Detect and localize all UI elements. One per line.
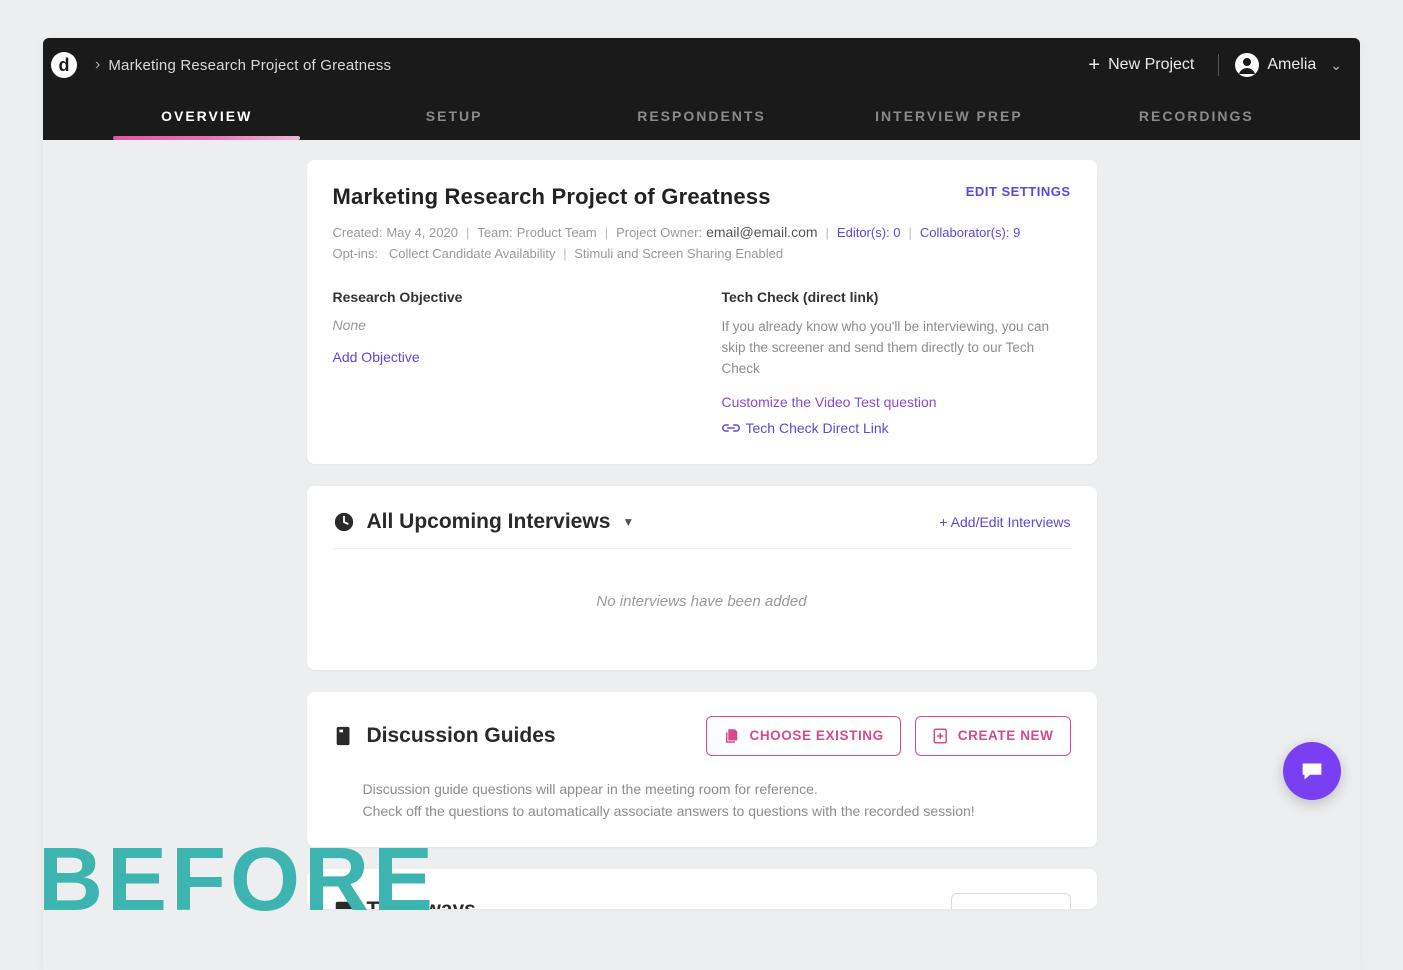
- content-area: Marketing Research Project of Greatness …: [43, 140, 1360, 909]
- chevron-down-icon: ⌄: [1330, 57, 1342, 74]
- chat-launcher[interactable]: [1283, 742, 1341, 800]
- tech-check-direct-link-label: Tech Check Direct Link: [746, 420, 889, 436]
- copy-document-icon: [723, 727, 741, 745]
- tab-setup[interactable]: SETUP: [330, 92, 577, 140]
- add-document-icon: [932, 727, 950, 745]
- upcoming-interviews-card: All Upcoming Interviews ▼ + Add/Edit Int…: [307, 486, 1097, 670]
- interviews-title: All Upcoming Interviews: [367, 510, 611, 534]
- optin-1: Collect Candidate Availability: [389, 246, 556, 261]
- optin-2: Stimuli and Screen Sharing Enabled: [574, 246, 783, 261]
- team-value: Product Team: [517, 225, 597, 240]
- user-menu[interactable]: Amelia ⌄: [1235, 53, 1342, 77]
- created-label: Created:: [333, 225, 383, 240]
- discussion-guides-title: Discussion Guides: [367, 724, 556, 748]
- add-edit-interviews-link[interactable]: + Add/Edit Interviews: [939, 514, 1070, 530]
- owner-label: Project Owner:: [616, 225, 702, 240]
- tech-check-heading: Tech Check (direct link): [722, 289, 1071, 305]
- editors-link[interactable]: Editor(s): 0: [837, 225, 901, 240]
- dg-desc-line2: Check off the questions to automatically…: [363, 800, 1071, 822]
- owner-value: email@email.com: [706, 224, 817, 240]
- project-title: Marketing Research Project of Greatness: [333, 184, 771, 210]
- add-objective-link[interactable]: Add Objective: [333, 349, 420, 365]
- research-objective-value: None: [333, 317, 682, 333]
- create-new-button[interactable]: CREATE NEW: [915, 716, 1071, 756]
- collaborators-link[interactable]: Collaborator(s): 9: [920, 225, 1020, 240]
- link-icon: [722, 421, 740, 435]
- tab-overview[interactable]: OVERVIEW: [83, 92, 330, 140]
- plus-icon: +: [1088, 54, 1100, 77]
- created-value: May 4, 2020: [386, 225, 458, 240]
- customize-video-test-link[interactable]: Customize the Video Test question: [722, 394, 1071, 410]
- takeaways-action-button[interactable]: [951, 893, 1071, 909]
- edit-settings-button[interactable]: EDIT SETTINGS: [966, 184, 1071, 199]
- discussion-guides-description: Discussion guide questions will appear i…: [333, 778, 1071, 823]
- project-summary-card: Marketing Research Project of Greatness …: [307, 160, 1097, 464]
- research-objective-column: Research Objective None Add Objective: [333, 289, 682, 440]
- create-new-label: CREATE NEW: [958, 728, 1054, 743]
- breadcrumb[interactable]: Marketing Research Project of Greatness: [108, 57, 391, 74]
- research-objective-heading: Research Objective: [333, 289, 682, 305]
- interviews-empty-message: No interviews have been added: [333, 549, 1071, 646]
- logo[interactable]: d: [51, 52, 77, 78]
- choose-existing-label: CHOOSE EXISTING: [749, 728, 883, 743]
- optins-row: Opt-ins: Collect Candidate Availability …: [333, 246, 1071, 261]
- tab-respondents[interactable]: RESPONDENTS: [578, 92, 825, 140]
- breadcrumb-chevron-icon: ›: [95, 56, 100, 74]
- user-name: Amelia: [1267, 56, 1316, 74]
- document-icon: [333, 725, 355, 747]
- team-label: Team:: [477, 225, 512, 240]
- new-project-button[interactable]: + New Project: [1080, 50, 1202, 81]
- discussion-guides-card: Discussion Guides CHOOSE EXISTING CREATE…: [307, 692, 1097, 847]
- clock-icon: [333, 511, 355, 533]
- tech-check-direct-link[interactable]: Tech Check Direct Link: [722, 420, 889, 436]
- tab-interview-prep[interactable]: INTERVIEW PREP: [825, 92, 1072, 140]
- divider: [1218, 54, 1219, 76]
- tech-check-desc: If you already know who you'll be interv…: [722, 317, 1071, 380]
- before-overlay-label: BEFORE: [38, 829, 437, 932]
- tech-check-column: Tech Check (direct link) If you already …: [722, 289, 1071, 440]
- chat-icon: [1297, 756, 1327, 786]
- project-meta: Created: May 4, 2020 | Team: Product Tea…: [333, 224, 1071, 240]
- tab-recordings[interactable]: RECORDINGS: [1073, 92, 1320, 140]
- tabbar: OVERVIEW SETUP RESPONDENTS INTERVIEW PRE…: [43, 92, 1360, 140]
- dg-desc-line1: Discussion guide questions will appear i…: [363, 778, 1071, 800]
- new-project-label: New Project: [1108, 56, 1194, 74]
- choose-existing-button[interactable]: CHOOSE EXISTING: [706, 716, 900, 756]
- interviews-dropdown-icon[interactable]: ▼: [622, 515, 634, 529]
- avatar-icon: [1235, 53, 1259, 77]
- topbar: d › Marketing Research Project of Greatn…: [43, 38, 1360, 92]
- optins-label: Opt-ins:: [333, 246, 379, 261]
